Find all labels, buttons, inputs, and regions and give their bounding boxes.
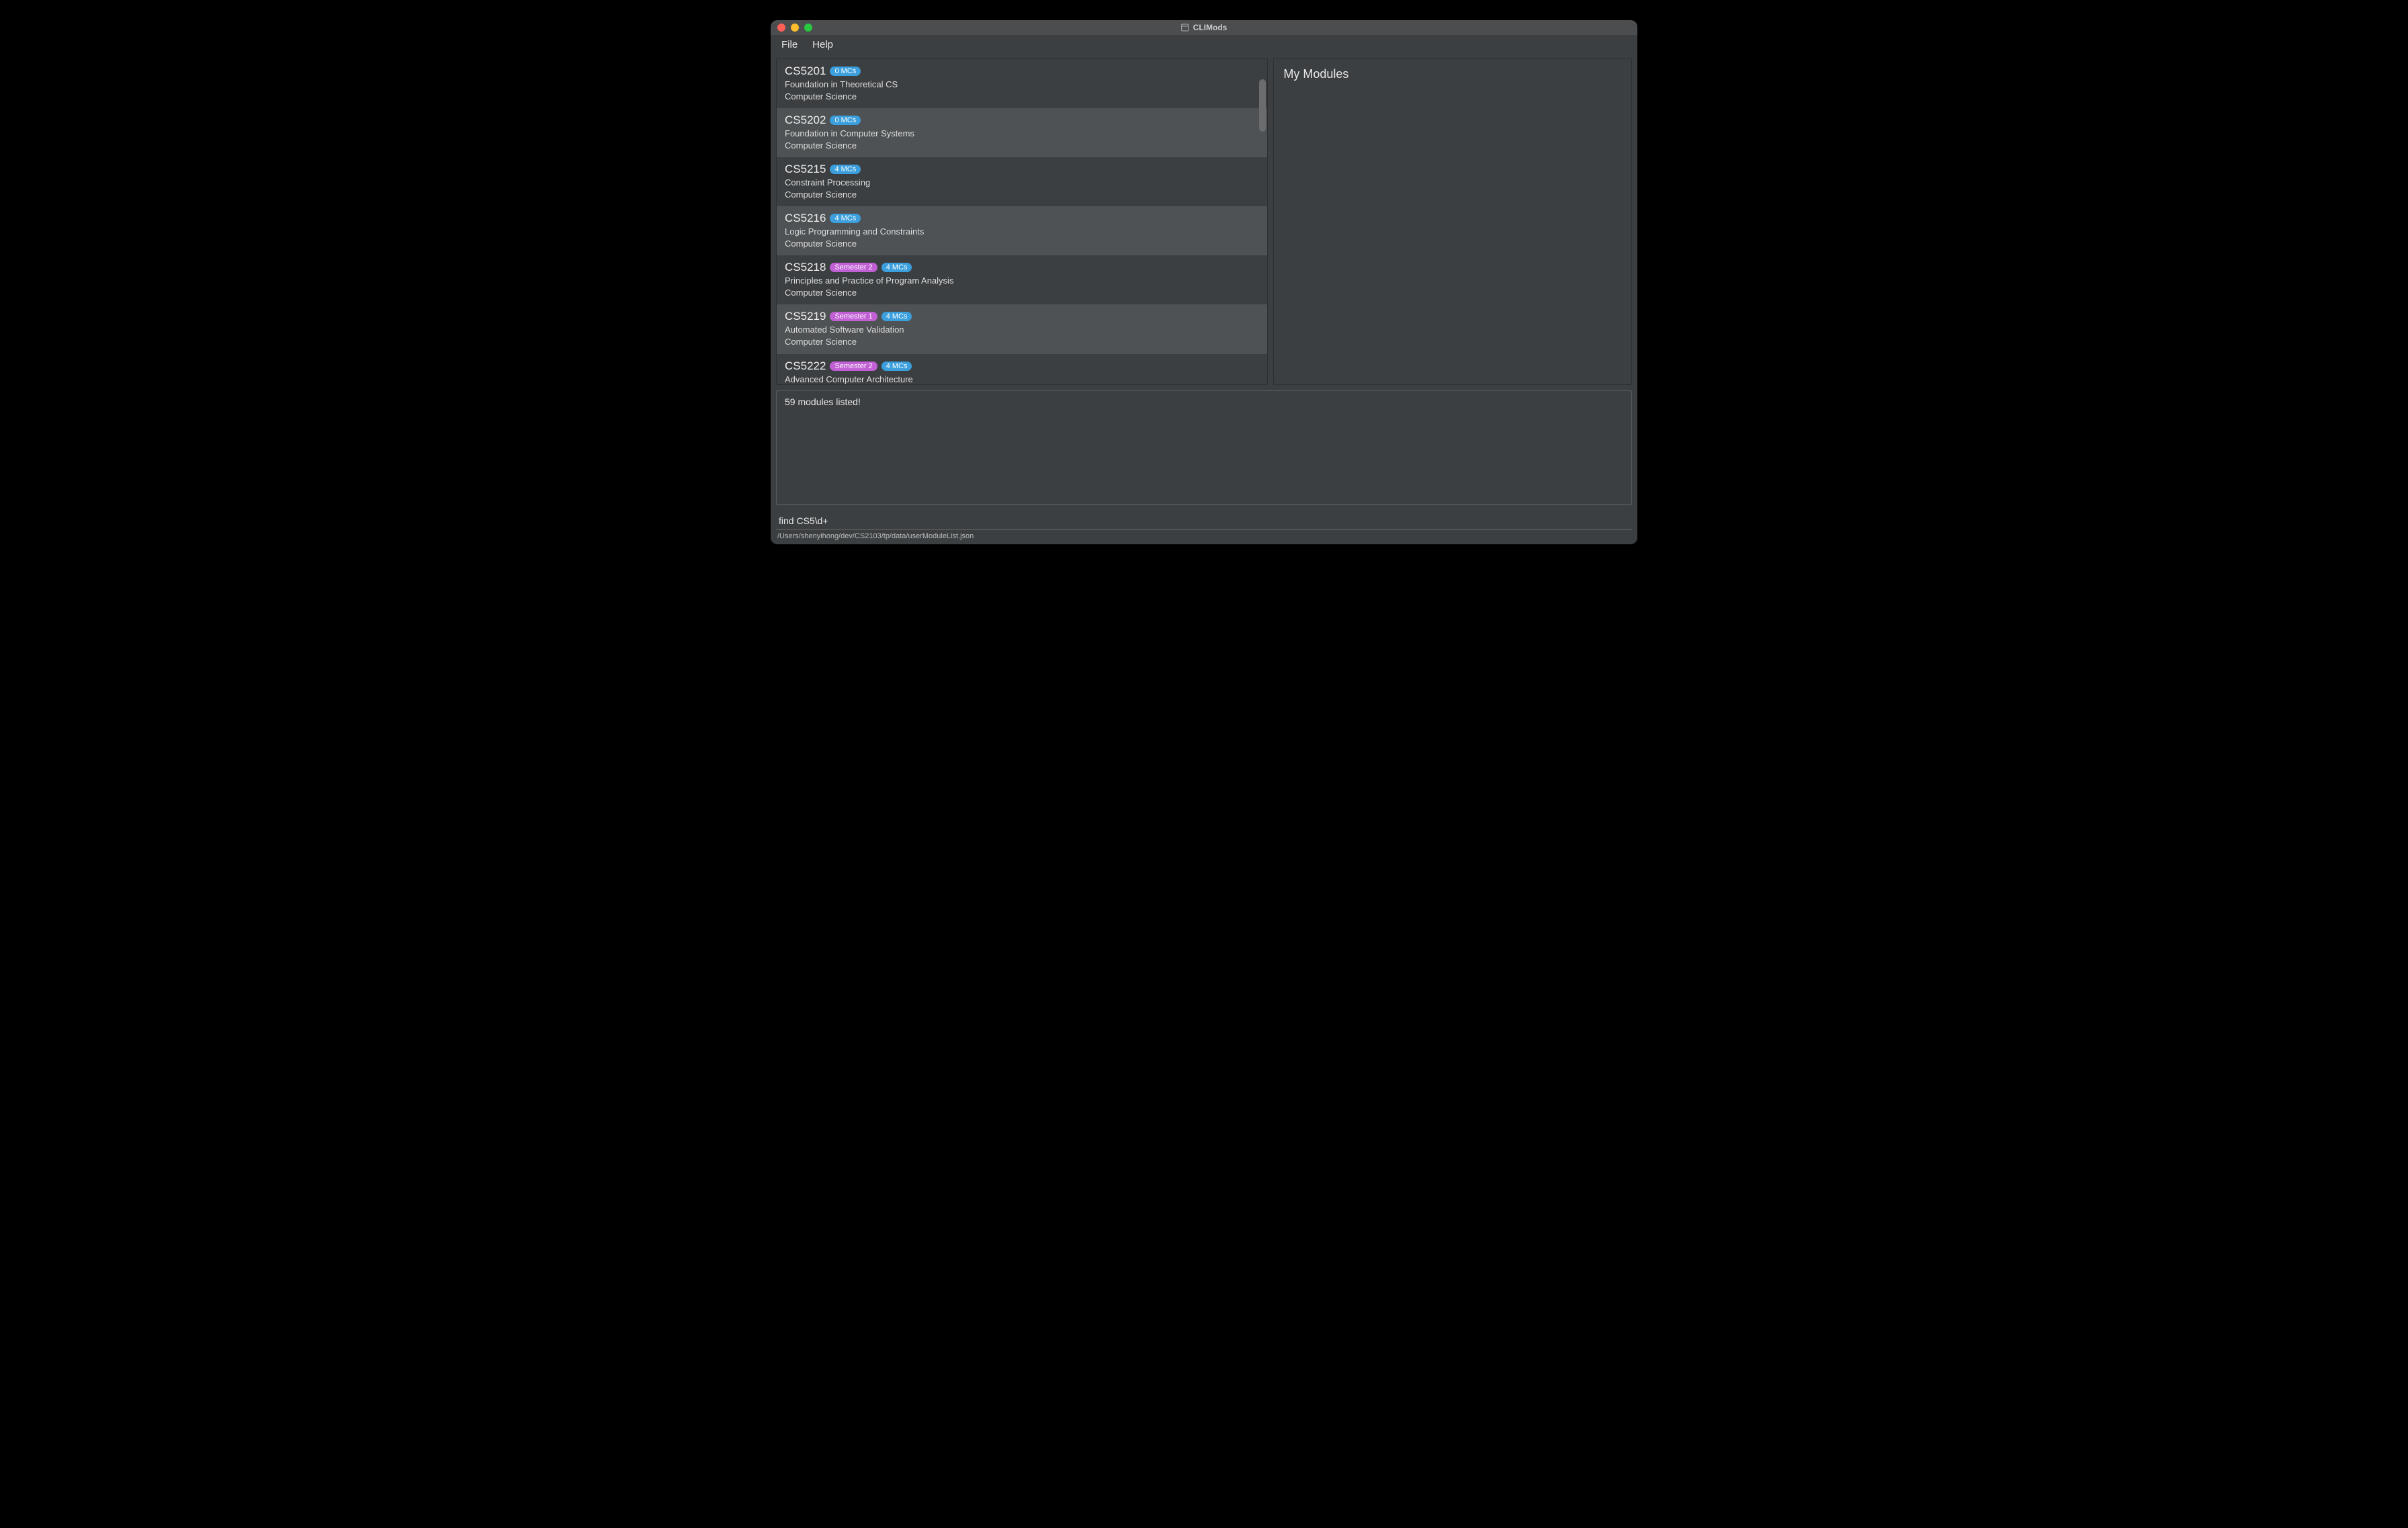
- module-row[interactable]: CS5215 4 MCs Constraint ProcessingComputer…: [777, 157, 1267, 206]
- module-department: Computer Science: [785, 336, 1259, 348]
- window-title-text: CLIMods: [1193, 23, 1228, 32]
- module-title: Foundation in Theoretical CS: [785, 79, 1259, 91]
- module-head: CS5215 4 MCs: [785, 163, 1259, 176]
- close-icon[interactable]: [777, 24, 785, 32]
- semester-badge: Semester 2: [830, 362, 877, 371]
- status-panel: 59 modules listed!: [776, 390, 1632, 505]
- scrollbar-thumb[interactable]: [1259, 79, 1266, 132]
- module-department: Computer Science: [785, 91, 1259, 103]
- status-path: /Users/shenyihong/dev/CS2103/tp/data/use…: [771, 529, 1637, 544]
- maximize-icon[interactable]: [804, 24, 812, 32]
- module-title: Constraint Processing: [785, 177, 1259, 189]
- semester-badge: Semester 1: [830, 312, 877, 321]
- window-controls: [777, 24, 812, 32]
- menu-help[interactable]: Help: [810, 38, 836, 52]
- module-head: CS5222 Semester 2 4 MCs: [785, 359, 1259, 373]
- module-head: CS5219 Semester 1 4 MCs: [785, 310, 1259, 323]
- app-window: CLIMods File Help CS5201 0 MCs Foundation …: [771, 20, 1637, 544]
- my-modules-panel: My Modules: [1273, 58, 1632, 385]
- module-title: Logic Programming and Constraints: [785, 226, 1259, 238]
- module-code: CS5218: [785, 261, 826, 274]
- module-department: Computer Science: [785, 140, 1259, 152]
- mcs-badge: 4 MCs: [882, 362, 912, 371]
- my-modules-title: My Modules: [1283, 67, 1622, 81]
- module-row[interactable]: CS5222 Semester 2 4 MCs Advanced Computer A…: [777, 354, 1267, 384]
- semester-badge: Semester 2: [830, 263, 877, 272]
- mcs-badge: 4 MCs: [830, 214, 861, 223]
- module-row[interactable]: CS5201 0 MCs Foundation in Theoretical CSC…: [777, 59, 1267, 108]
- main-area: CS52010 MCsFoundation in Theoretical CSC…: [771, 54, 1637, 385]
- module-code: CS5201: [785, 65, 826, 78]
- module-row[interactable]: CS5216 4 MCs Logic Programming and Constra…: [777, 206, 1267, 255]
- module-head: CS5218 Semester 2 4 MCs: [785, 261, 1259, 274]
- status-message: 59 modules listed!: [785, 396, 1623, 407]
- mcs-badge: 4 MCs: [830, 165, 861, 174]
- module-head: CS5216 4 MCs: [785, 212, 1259, 225]
- module-list-panel: CS52010 MCsFoundation in Theoretical CSC…: [776, 58, 1268, 385]
- module-head: CS5201 0 MCs: [785, 65, 1259, 78]
- module-code: CS5202: [785, 114, 826, 127]
- module-list[interactable]: CS52010 MCsFoundation in Theoretical CSC…: [777, 59, 1267, 384]
- mcs-badge: 0 MCs: [830, 67, 861, 76]
- module-code: CS5222: [785, 359, 826, 373]
- command-input[interactable]: [779, 514, 1629, 527]
- module-row[interactable]: CS5202 0 MCs Foundation in Computer System…: [777, 108, 1267, 157]
- module-code: CS5216: [785, 212, 826, 225]
- module-row[interactable]: CS5218 Semester 2 4 MCs Principles and Prac…: [777, 255, 1267, 304]
- module-code: CS5219: [785, 310, 826, 323]
- mcs-badge: 4 MCs: [882, 312, 912, 321]
- module-code: CS5215: [785, 163, 826, 176]
- module-department: Computer Science: [785, 189, 1259, 201]
- module-title: Foundation in Computer Systems: [785, 128, 1259, 140]
- module-title: Advanced Computer Architecture: [785, 374, 1259, 384]
- menubar: File Help: [771, 35, 1637, 54]
- minimize-icon[interactable]: [791, 24, 799, 32]
- module-title: Principles and Practice of Program Analy…: [785, 275, 1259, 287]
- menu-file[interactable]: File: [779, 38, 800, 52]
- module-department: Computer Science: [785, 287, 1259, 299]
- module-department: Computer Science: [785, 238, 1259, 250]
- app-icon: [1181, 24, 1189, 32]
- mcs-badge: 4 MCs: [882, 263, 912, 272]
- module-title: Automated Software Validation: [785, 324, 1259, 336]
- module-row[interactable]: CS5219 Semester 1 4 MCs Automated Software …: [777, 304, 1267, 353]
- titlebar: CLIMods: [771, 20, 1637, 35]
- module-head: CS5202 0 MCs: [785, 114, 1259, 127]
- mcs-badge: 0 MCs: [830, 116, 861, 125]
- command-area: [776, 513, 1632, 529]
- window-title: CLIMods: [1181, 23, 1228, 32]
